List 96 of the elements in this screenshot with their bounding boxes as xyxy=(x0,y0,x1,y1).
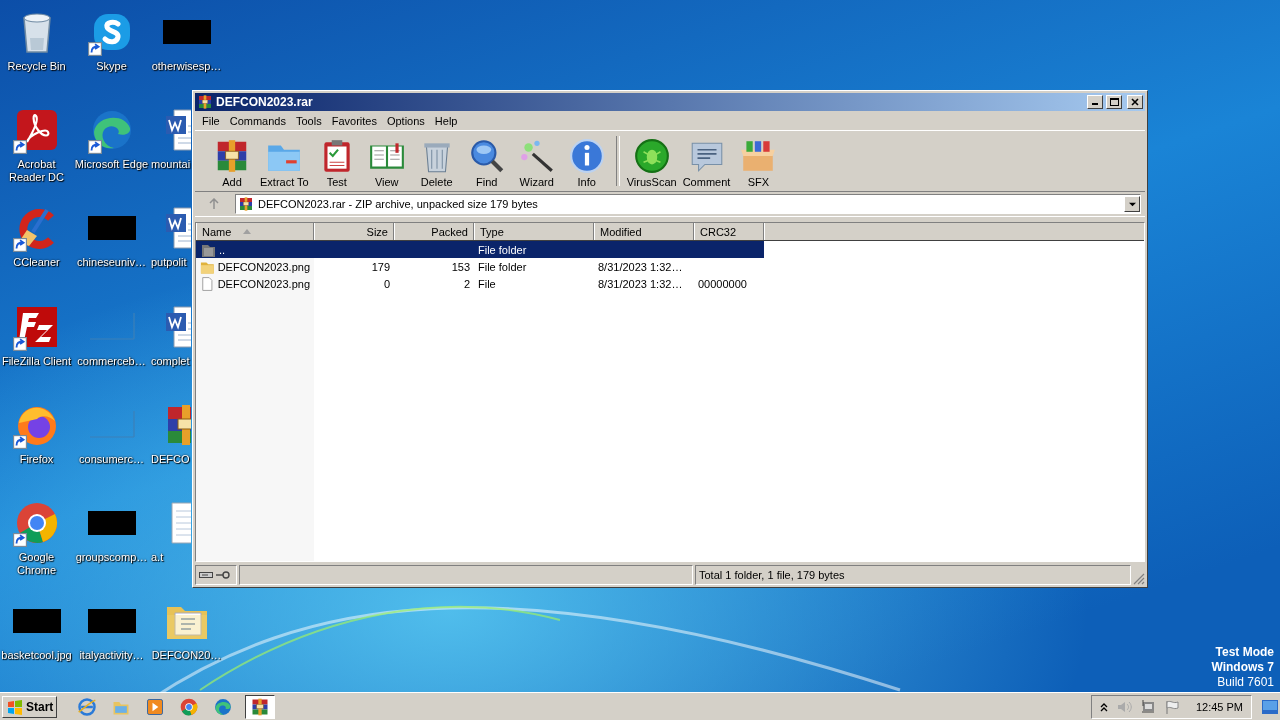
file-row[interactable]: DEFCON2023.png 179 153 File folder 8/31/2023 1:32… xyxy=(196,258,764,275)
archive-icon xyxy=(250,696,271,717)
close-button[interactable] xyxy=(1127,95,1143,109)
table-cell: 179 xyxy=(371,260,390,273)
minimize-button[interactable] xyxy=(1087,95,1103,109)
icon-label: basketcool.jpg xyxy=(1,649,72,663)
icon-label: Recycle Bin xyxy=(7,60,66,73)
table-cell: .. xyxy=(219,243,226,256)
table-cell: 00000000 xyxy=(698,277,747,290)
icon-label: complet xyxy=(150,354,190,368)
column-header[interactable]: Name xyxy=(196,223,314,240)
toolbar-button[interactable]: Add xyxy=(207,137,257,188)
icon-label: commerceb… xyxy=(77,354,146,368)
toolbar-button[interactable]: Wizard xyxy=(511,137,562,188)
browser-icon xyxy=(179,696,200,717)
icon-label: Microsoft Edge xyxy=(74,158,149,172)
drive-icon xyxy=(199,571,213,579)
column-header[interactable]: Modified xyxy=(594,223,694,240)
icon-label: Google Chrome xyxy=(15,551,58,577)
column-header[interactable]: Type xyxy=(474,223,594,240)
dropdown-button[interactable] xyxy=(1124,196,1140,212)
up-arrow-icon xyxy=(208,198,220,210)
column-header[interactable]: Packed xyxy=(394,223,474,240)
icon-label: FileZilla Client xyxy=(1,354,72,368)
start-button[interactable]: Start xyxy=(2,695,58,718)
toolbar-button[interactable]: VirusScan xyxy=(623,137,680,188)
show-desktop-icon[interactable] xyxy=(1262,699,1278,714)
flag-icon[interactable] xyxy=(1163,698,1180,715)
test-mode-text: Test Mode xyxy=(1215,645,1274,660)
icon-label: Firefox xyxy=(19,452,54,466)
file-row[interactable]: .. File folder xyxy=(196,241,764,258)
icon-label: italyactivity… xyxy=(79,649,144,663)
menu-item[interactable]: Tools xyxy=(291,113,327,128)
icon-label: consumerc… xyxy=(79,452,144,466)
caret-icon xyxy=(1128,200,1136,208)
table-cell: 2 xyxy=(463,277,470,290)
archive-icon xyxy=(197,94,213,110)
test-mode-text: Build 7601 xyxy=(1217,675,1274,690)
icon-label: DEFCO xyxy=(150,452,190,466)
browser-icon xyxy=(77,696,98,717)
menu-item[interactable]: Favorites xyxy=(326,113,382,128)
icon-label: putpolit xyxy=(150,256,187,270)
menu-item[interactable]: Help xyxy=(429,113,463,128)
key-icon xyxy=(216,571,230,579)
icon-label: groupscomp… xyxy=(75,551,148,564)
file-row[interactable]: DEFCON2023.png 0 2 File 8/31/2023 1:32… 00000000 xyxy=(196,275,764,292)
icon-label: CCleaner xyxy=(13,256,60,270)
icon-label: otherwisesp… xyxy=(151,60,222,73)
table-cell: 153 xyxy=(451,260,470,273)
icon-label: a.t xyxy=(150,551,164,564)
table-cell: File folder xyxy=(478,260,527,273)
toolbar-button[interactable]: Test xyxy=(311,137,362,188)
info-icon xyxy=(567,137,606,175)
maximize-icon xyxy=(1109,98,1119,106)
media-player-icon xyxy=(145,696,166,717)
icon-label: DEFCON20… xyxy=(151,649,222,663)
table-cell: DEFCON2023.png xyxy=(217,260,310,273)
network-icon[interactable] xyxy=(1139,698,1156,715)
table-cell: File xyxy=(478,277,496,290)
toolbar-button[interactable]: Delete xyxy=(411,137,462,188)
toolbar-button[interactable]: Find xyxy=(461,137,512,188)
chevron-up-icon[interactable] xyxy=(1099,701,1108,712)
table-cell: 8/31/2023 1:32… xyxy=(598,260,683,273)
toolbar-button[interactable]: Info xyxy=(561,137,612,188)
icon-label: Acrobat Reader DC xyxy=(8,158,65,185)
menu-item[interactable]: Commands xyxy=(224,113,291,128)
windows-logo-icon xyxy=(6,698,24,715)
table-cell: DEFCON2023.png xyxy=(217,277,310,290)
toolbar-button[interactable]: Extract To xyxy=(257,137,312,188)
icon-label: chineseuniv… xyxy=(76,256,147,270)
size-grip-icon xyxy=(1133,573,1145,585)
icon-label: Skype xyxy=(96,60,127,73)
address-field[interactable]: DEFCON2023.rar - ZIP archive, unpacked size 179 bytes xyxy=(235,194,1141,214)
table-cell: 8/31/2023 1:32… xyxy=(598,277,683,290)
column-header[interactable]: Size xyxy=(314,223,394,240)
status-text: Total 1 folder, 1 file, 179 bytes xyxy=(699,569,845,581)
taskbar-button[interactable] xyxy=(245,694,276,719)
file-icon xyxy=(200,275,215,292)
table-cell: File folder xyxy=(478,243,527,256)
menu-item[interactable]: Options xyxy=(381,113,430,128)
toolbar-button[interactable]: View xyxy=(361,137,412,188)
browser-icon xyxy=(213,696,234,717)
icon-label: mountai xyxy=(150,158,191,172)
table-cell: 0 xyxy=(383,277,390,290)
clock[interactable]: 12:45 PM xyxy=(1195,700,1243,713)
maximize-button[interactable] xyxy=(1106,95,1122,109)
bug-icon xyxy=(632,137,671,175)
window-title: DEFCON2023.rar xyxy=(216,95,314,109)
menu-item[interactable]: File xyxy=(197,113,225,128)
archive-icon xyxy=(238,196,254,212)
close-icon xyxy=(1131,98,1139,106)
toolbar-button[interactable]: SFX xyxy=(733,137,784,188)
test-mode-text: Windows 7 xyxy=(1211,660,1274,675)
toolbar-button[interactable]: Comment xyxy=(679,137,734,188)
column-header[interactable]: CRC32 xyxy=(694,223,764,240)
minimize-icon xyxy=(1092,103,1098,105)
